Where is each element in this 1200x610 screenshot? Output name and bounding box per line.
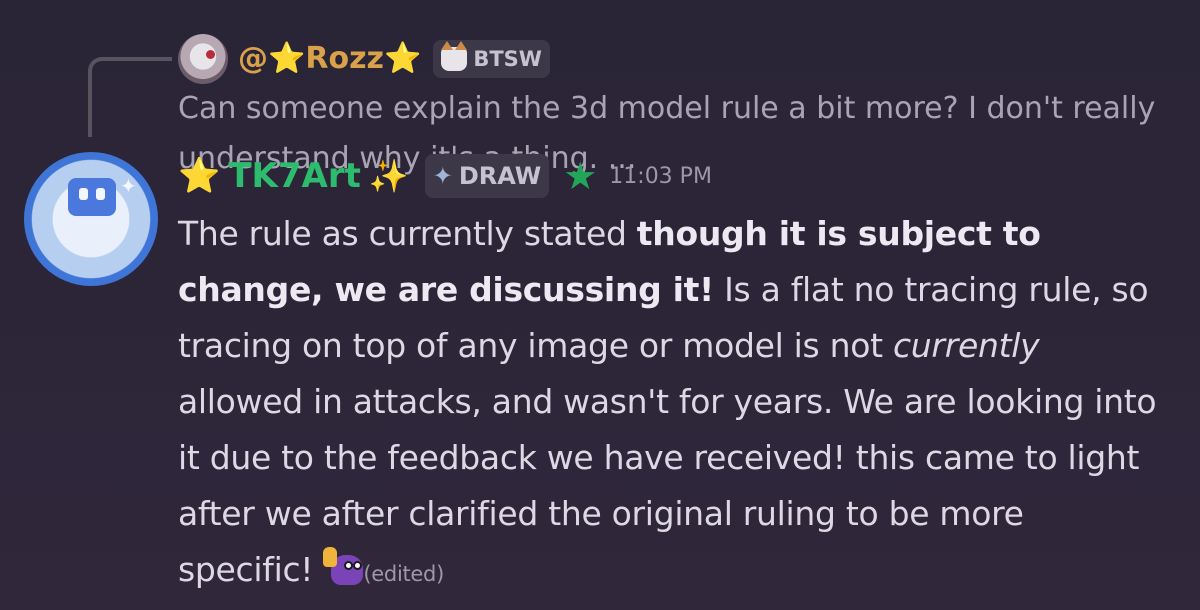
message-role-tag-label: DRAW xyxy=(458,162,542,190)
green-star-icon[interactable]: ★ xyxy=(563,154,597,198)
message-italic-text: currently xyxy=(892,326,1040,365)
message-header: ⭐ TK7Art ✨ ✦ DRAW ★ 11:03 PM xyxy=(178,150,712,202)
author-avatar[interactable]: ✦ xyxy=(24,152,158,286)
message-timestamp[interactable]: 11:03 PM xyxy=(609,164,712,189)
leading-star-emoji: ⭐ xyxy=(178,156,221,196)
thumbs-up-blob-emoji[interactable] xyxy=(323,545,364,585)
edited-label[interactable]: (edited) xyxy=(363,562,444,586)
reply-role-tag-label: BTSW xyxy=(473,47,542,71)
reply-connector xyxy=(88,57,172,137)
reply-author-avatar[interactable] xyxy=(178,34,228,84)
reply-role-tag[interactable]: BTSW xyxy=(433,40,550,78)
message-author-name[interactable]: TK7Art xyxy=(228,156,361,196)
message-role-tag[interactable]: ✦ DRAW xyxy=(424,154,550,198)
cat-icon xyxy=(441,41,468,71)
message-body: The rule as currently stated though it i… xyxy=(178,206,1168,602)
avatar-sparkle-icon: ✦ xyxy=(120,174,137,198)
robot-avatar-icon xyxy=(68,178,116,216)
reply-author-name[interactable]: @⭐Rozz⭐ xyxy=(238,34,421,84)
message-text-1: The rule as currently stated xyxy=(178,214,637,253)
emoji-thumb xyxy=(323,547,338,567)
sparkles-emoji: ✨ xyxy=(368,157,409,195)
sword-icon: ✦ xyxy=(432,162,453,190)
